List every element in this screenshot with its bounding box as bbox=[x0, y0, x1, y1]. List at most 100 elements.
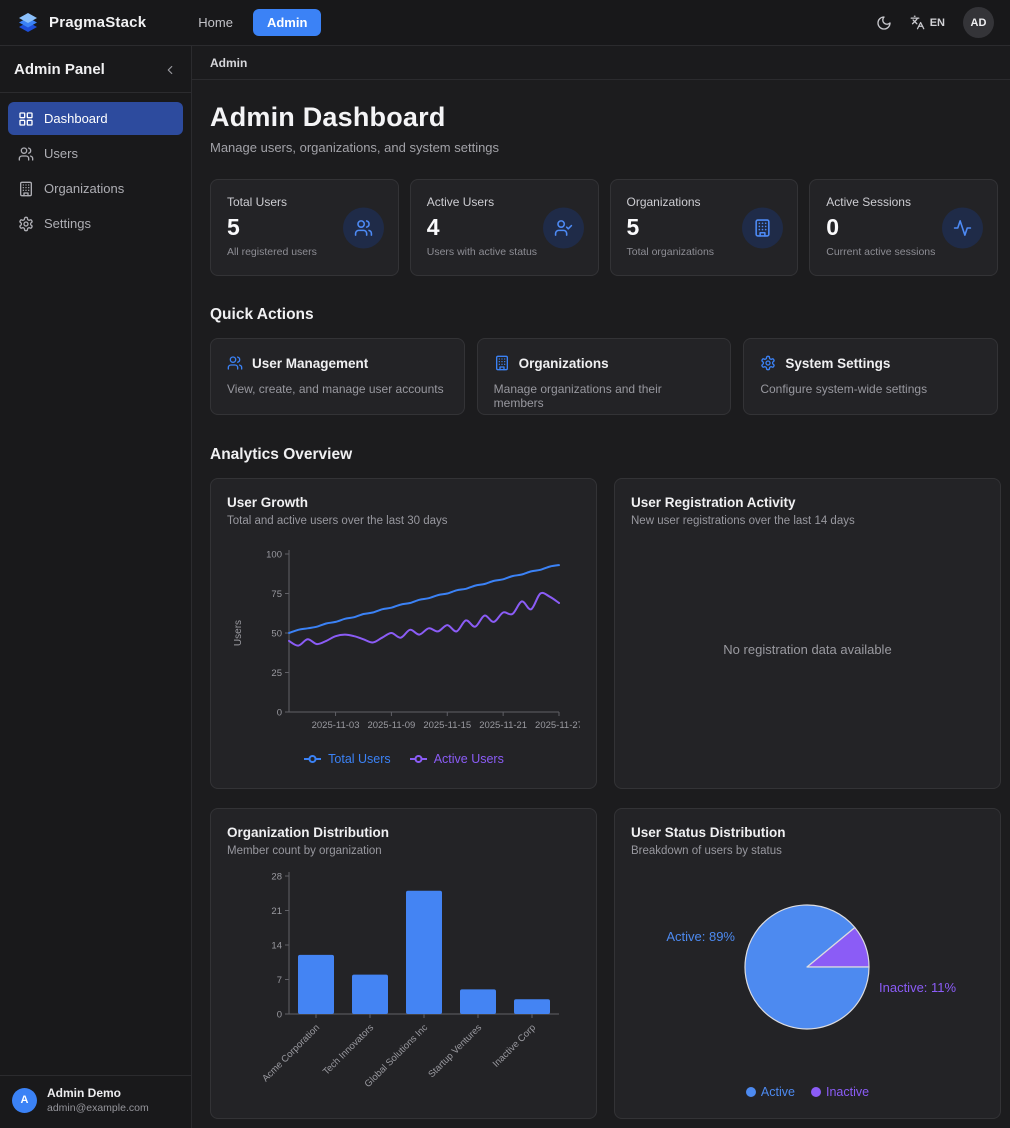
svg-text:Inactive Corp: Inactive Corp bbox=[491, 1022, 538, 1069]
stat-description: Users with active status bbox=[427, 246, 582, 258]
sidebar-user-card[interactable]: A Admin Demo admin@example.com bbox=[0, 1075, 191, 1128]
svg-text:2025-11-15: 2025-11-15 bbox=[423, 720, 471, 731]
stat-description: All registered users bbox=[227, 246, 382, 258]
sidebar-item-label: Organizations bbox=[44, 181, 124, 196]
svg-text:0: 0 bbox=[277, 1010, 282, 1021]
main-nav: Home Admin bbox=[188, 9, 321, 36]
line-chart-legend: Total Users Active Users bbox=[303, 752, 504, 766]
stats-grid: Total Users 5 All registered users Activ… bbox=[210, 179, 998, 276]
quick-action-description: Configure system-wide settings bbox=[760, 382, 981, 396]
svg-text:Acme Corporation: Acme Corporation bbox=[260, 1022, 322, 1084]
sidebar-item-dashboard[interactable]: Dashboard bbox=[8, 102, 183, 135]
stat-card-organizations[interactable]: Organizations 5 Total organizations bbox=[610, 179, 799, 276]
quick-action-description: Manage organizations and their members bbox=[494, 382, 715, 410]
svg-text:14: 14 bbox=[271, 941, 282, 952]
chart-subtitle: Member count by organization bbox=[227, 845, 580, 857]
svg-text:28: 28 bbox=[271, 872, 282, 883]
legend-dot-icon bbox=[746, 1087, 756, 1097]
svg-text:Active: 89%: Active: 89% bbox=[666, 929, 735, 944]
chart-title: User Status Distribution bbox=[631, 825, 984, 840]
stat-card-total-users[interactable]: Total Users 5 All registered users bbox=[210, 179, 399, 276]
sidebar-item-label: Users bbox=[44, 146, 78, 161]
svg-text:100: 100 bbox=[266, 550, 282, 561]
user-growth-chart-card: User Growth Total and active users over … bbox=[210, 478, 597, 789]
svg-text:50: 50 bbox=[271, 629, 282, 640]
dark-mode-toggle[interactable] bbox=[876, 15, 892, 31]
legend-item[interactable]: Active bbox=[746, 1085, 795, 1099]
quick-action-title: System Settings bbox=[785, 356, 890, 371]
quick-action-description: View, create, and manage user accounts bbox=[227, 382, 448, 396]
registration-activity-card: User Registration Activity New user regi… bbox=[614, 478, 1001, 789]
user-email: admin@example.com bbox=[47, 1102, 149, 1114]
svg-text:Inactive: 11%: Inactive: 11% bbox=[879, 980, 957, 995]
legend-item[interactable]: Total Users bbox=[303, 752, 391, 766]
moon-icon bbox=[876, 15, 892, 31]
layers-logo-icon bbox=[16, 11, 40, 35]
top-navbar: PragmaStack Home Admin EN AD bbox=[0, 0, 1010, 46]
breadcrumb-bar: Admin bbox=[192, 46, 1010, 80]
legend-marker-icon bbox=[409, 754, 428, 764]
sidebar-title: Admin Panel bbox=[14, 61, 105, 78]
building-icon bbox=[742, 207, 783, 248]
stat-card-active-users[interactable]: Active Users 4 Users with active status bbox=[410, 179, 599, 276]
user-avatar-small: A bbox=[12, 1088, 37, 1113]
dashboard-grid-icon bbox=[18, 111, 34, 127]
svg-text:2025-11-09: 2025-11-09 bbox=[367, 720, 415, 731]
building-icon bbox=[494, 355, 510, 371]
sidebar-item-label: Settings bbox=[44, 216, 91, 231]
chart-title: User Growth bbox=[227, 495, 580, 510]
quick-action-system-settings[interactable]: System Settings Configure system-wide se… bbox=[743, 338, 998, 415]
stat-description: Current active sessions bbox=[826, 246, 981, 258]
empty-state-message: No registration data available bbox=[723, 642, 891, 657]
quick-actions-grid: User Management View, create, and manage… bbox=[210, 338, 998, 415]
sidebar-header: Admin Panel bbox=[0, 46, 191, 93]
svg-text:Startup Ventures: Startup Ventures bbox=[426, 1022, 484, 1080]
user-avatar[interactable]: AD bbox=[963, 7, 994, 38]
quick-action-user-management[interactable]: User Management View, create, and manage… bbox=[210, 338, 465, 415]
sidebar-item-settings[interactable]: Settings bbox=[8, 207, 183, 240]
navbar-right: EN AD bbox=[876, 7, 994, 38]
user-status-pie-chart: Active: 89% Inactive: 11% bbox=[631, 857, 984, 1083]
organization-bar-chart: 07142128Acme CorporationTech InnovatorsG… bbox=[227, 862, 580, 1102]
main-content: Admin Admin Dashboard Manage users, orga… bbox=[192, 46, 1010, 1128]
svg-text:21: 21 bbox=[271, 906, 282, 917]
language-switcher[interactable]: EN bbox=[910, 15, 945, 30]
admin-sidebar: Admin Panel Dashboard Users bbox=[0, 46, 192, 1128]
svg-text:2025-11-03: 2025-11-03 bbox=[312, 720, 360, 731]
legend-item[interactable]: Active Users bbox=[409, 752, 504, 766]
gear-icon bbox=[18, 216, 34, 232]
svg-text:2025-11-21: 2025-11-21 bbox=[479, 720, 527, 731]
activity-icon bbox=[942, 207, 983, 248]
analytics-heading: Analytics Overview bbox=[210, 446, 998, 464]
legend-label: Inactive bbox=[826, 1085, 869, 1099]
legend-marker-icon bbox=[303, 754, 322, 764]
brand[interactable]: PragmaStack bbox=[16, 11, 146, 35]
legend-label: Total Users bbox=[328, 752, 391, 766]
quick-action-organizations[interactable]: Organizations Manage organizations and t… bbox=[477, 338, 732, 415]
legend-label: Active Users bbox=[434, 752, 504, 766]
breadcrumb[interactable]: Admin bbox=[210, 56, 247, 70]
chart-subtitle: New user registrations over the last 14 … bbox=[631, 515, 984, 527]
svg-text:Users: Users bbox=[233, 620, 244, 646]
gear-icon bbox=[760, 355, 776, 371]
nav-link-admin[interactable]: Admin bbox=[253, 9, 321, 36]
chart-title: User Registration Activity bbox=[631, 495, 984, 510]
chevron-left-icon bbox=[163, 63, 177, 77]
languages-icon bbox=[910, 15, 925, 30]
user-status-distribution-card: User Status Distribution Breakdown of us… bbox=[614, 808, 1001, 1119]
nav-link-home[interactable]: Home bbox=[188, 9, 243, 36]
sidebar-item-users[interactable]: Users bbox=[8, 137, 183, 170]
sidebar-collapse-button[interactable] bbox=[163, 63, 177, 77]
page-title: Admin Dashboard bbox=[210, 102, 998, 133]
sidebar-item-label: Dashboard bbox=[44, 111, 108, 126]
users-icon bbox=[343, 207, 384, 248]
user-check-icon bbox=[543, 207, 584, 248]
sidebar-nav: Dashboard Users Organizations Settings bbox=[0, 93, 191, 249]
building-icon bbox=[18, 181, 34, 197]
stat-card-active-sessions[interactable]: Active Sessions 0 Current active session… bbox=[809, 179, 998, 276]
stat-description: Total organizations bbox=[627, 246, 782, 258]
sidebar-item-organizations[interactable]: Organizations bbox=[8, 172, 183, 205]
users-icon bbox=[18, 146, 34, 162]
legend-item[interactable]: Inactive bbox=[811, 1085, 869, 1099]
chart-title: Organization Distribution bbox=[227, 825, 580, 840]
